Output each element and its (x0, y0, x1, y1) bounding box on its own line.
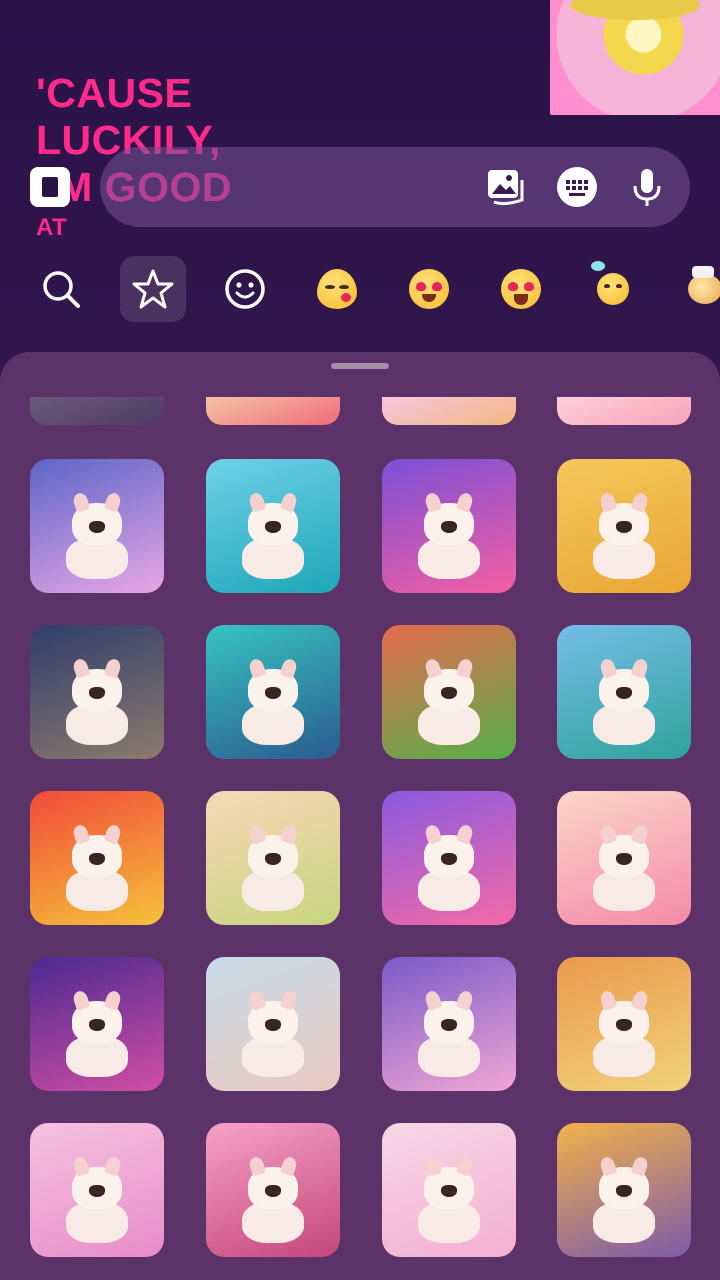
sticker-cell-ballet-clouds[interactable] (382, 1123, 516, 1257)
french-bulldog-sticker (593, 1167, 655, 1243)
sticker-cell-coral-reef[interactable] (206, 625, 340, 759)
french-bulldog-sticker (418, 669, 480, 745)
sticker-cell-big-belly[interactable] (382, 957, 516, 1091)
sticker-cell-partial[interactable] (30, 397, 164, 425)
french-bulldog-sticker (242, 1001, 304, 1077)
sticker-cell-lollipop-land[interactable] (557, 791, 691, 925)
lyric-line: 'CAUSE (36, 70, 193, 116)
message-composer[interactable] (100, 147, 690, 227)
french-bulldog-sticker (593, 1001, 655, 1077)
sticker-cell-partial[interactable] (557, 397, 691, 425)
kiss-emoji-icon[interactable] (304, 256, 370, 322)
french-bulldog-sticker (593, 669, 655, 745)
french-bulldog-sticker (242, 835, 304, 911)
heart-eyes-emoji-icon[interactable] (488, 256, 554, 322)
french-bulldog-sticker (66, 503, 128, 579)
french-bulldog-sticker (418, 1001, 480, 1077)
search-icon[interactable] (28, 256, 94, 322)
french-bulldog-sticker (66, 669, 128, 745)
sticker-cell-partial[interactable] (382, 397, 516, 425)
sticker-sheet (0, 352, 720, 1280)
heart-eyes-emoji-icon[interactable] (396, 256, 462, 322)
french-bulldog-sticker (593, 503, 655, 579)
sticker-cell-rainbow-dance[interactable] (30, 459, 164, 593)
french-bulldog-sticker (418, 1167, 480, 1243)
smiley-icon[interactable] (212, 256, 278, 322)
sheet-grabber-handle[interactable] (331, 363, 389, 369)
sticker-cell-bunny-meadow[interactable] (206, 791, 340, 925)
sticker-cell-carnival-lights[interactable] (557, 1123, 691, 1257)
sticker-cell-starry-galaxy[interactable] (30, 957, 164, 1091)
french-bulldog-sticker (66, 1001, 128, 1077)
sticker-category-tabs (0, 256, 720, 326)
french-bulldog-sticker (593, 835, 655, 911)
sticker-cell-partial[interactable] (206, 397, 340, 425)
french-bulldog-sticker (66, 835, 128, 911)
sticker-cell-close-up-smile[interactable] (206, 957, 340, 1091)
french-bulldog-sticker (66, 1167, 128, 1243)
sticker-cell-banana-friends[interactable] (30, 625, 164, 759)
french-bulldog-sticker (242, 503, 304, 579)
star-icon[interactable] (120, 256, 186, 322)
sticker-cell-candy-party[interactable] (382, 791, 516, 925)
sticker-cell-soccer-stadium[interactable] (382, 625, 516, 759)
gallery-icon[interactable] (484, 166, 526, 208)
pip-video-preview[interactable] (550, 0, 720, 115)
sticker-cell-cherry-blossom[interactable] (206, 1123, 340, 1257)
keyboard-icon[interactable] (556, 166, 598, 208)
french-bulldog-sticker (242, 669, 304, 745)
party-emoji-icon[interactable] (672, 256, 720, 322)
camera-icon[interactable] (30, 167, 70, 207)
sticker-cell-rainbow-ladybug[interactable] (30, 791, 164, 925)
french-bulldog-sticker (242, 1167, 304, 1243)
french-bulldog-sticker (418, 835, 480, 911)
sticker-cell-golden-sparkle[interactable] (557, 459, 691, 593)
sticker-cell-pink-rainbow[interactable] (30, 1123, 164, 1257)
sticker-cell-hawaiian-surf[interactable] (557, 625, 691, 759)
sticker-cell-candy-party[interactable] (382, 459, 516, 593)
microphone-icon[interactable] (626, 166, 668, 208)
sticker-cell-dolphin-beach[interactable] (206, 459, 340, 593)
sunbathing-emoji-icon[interactable] (580, 256, 646, 322)
sticker-cell-dolphin-sunset[interactable] (557, 957, 691, 1091)
french-bulldog-sticker (418, 503, 480, 579)
